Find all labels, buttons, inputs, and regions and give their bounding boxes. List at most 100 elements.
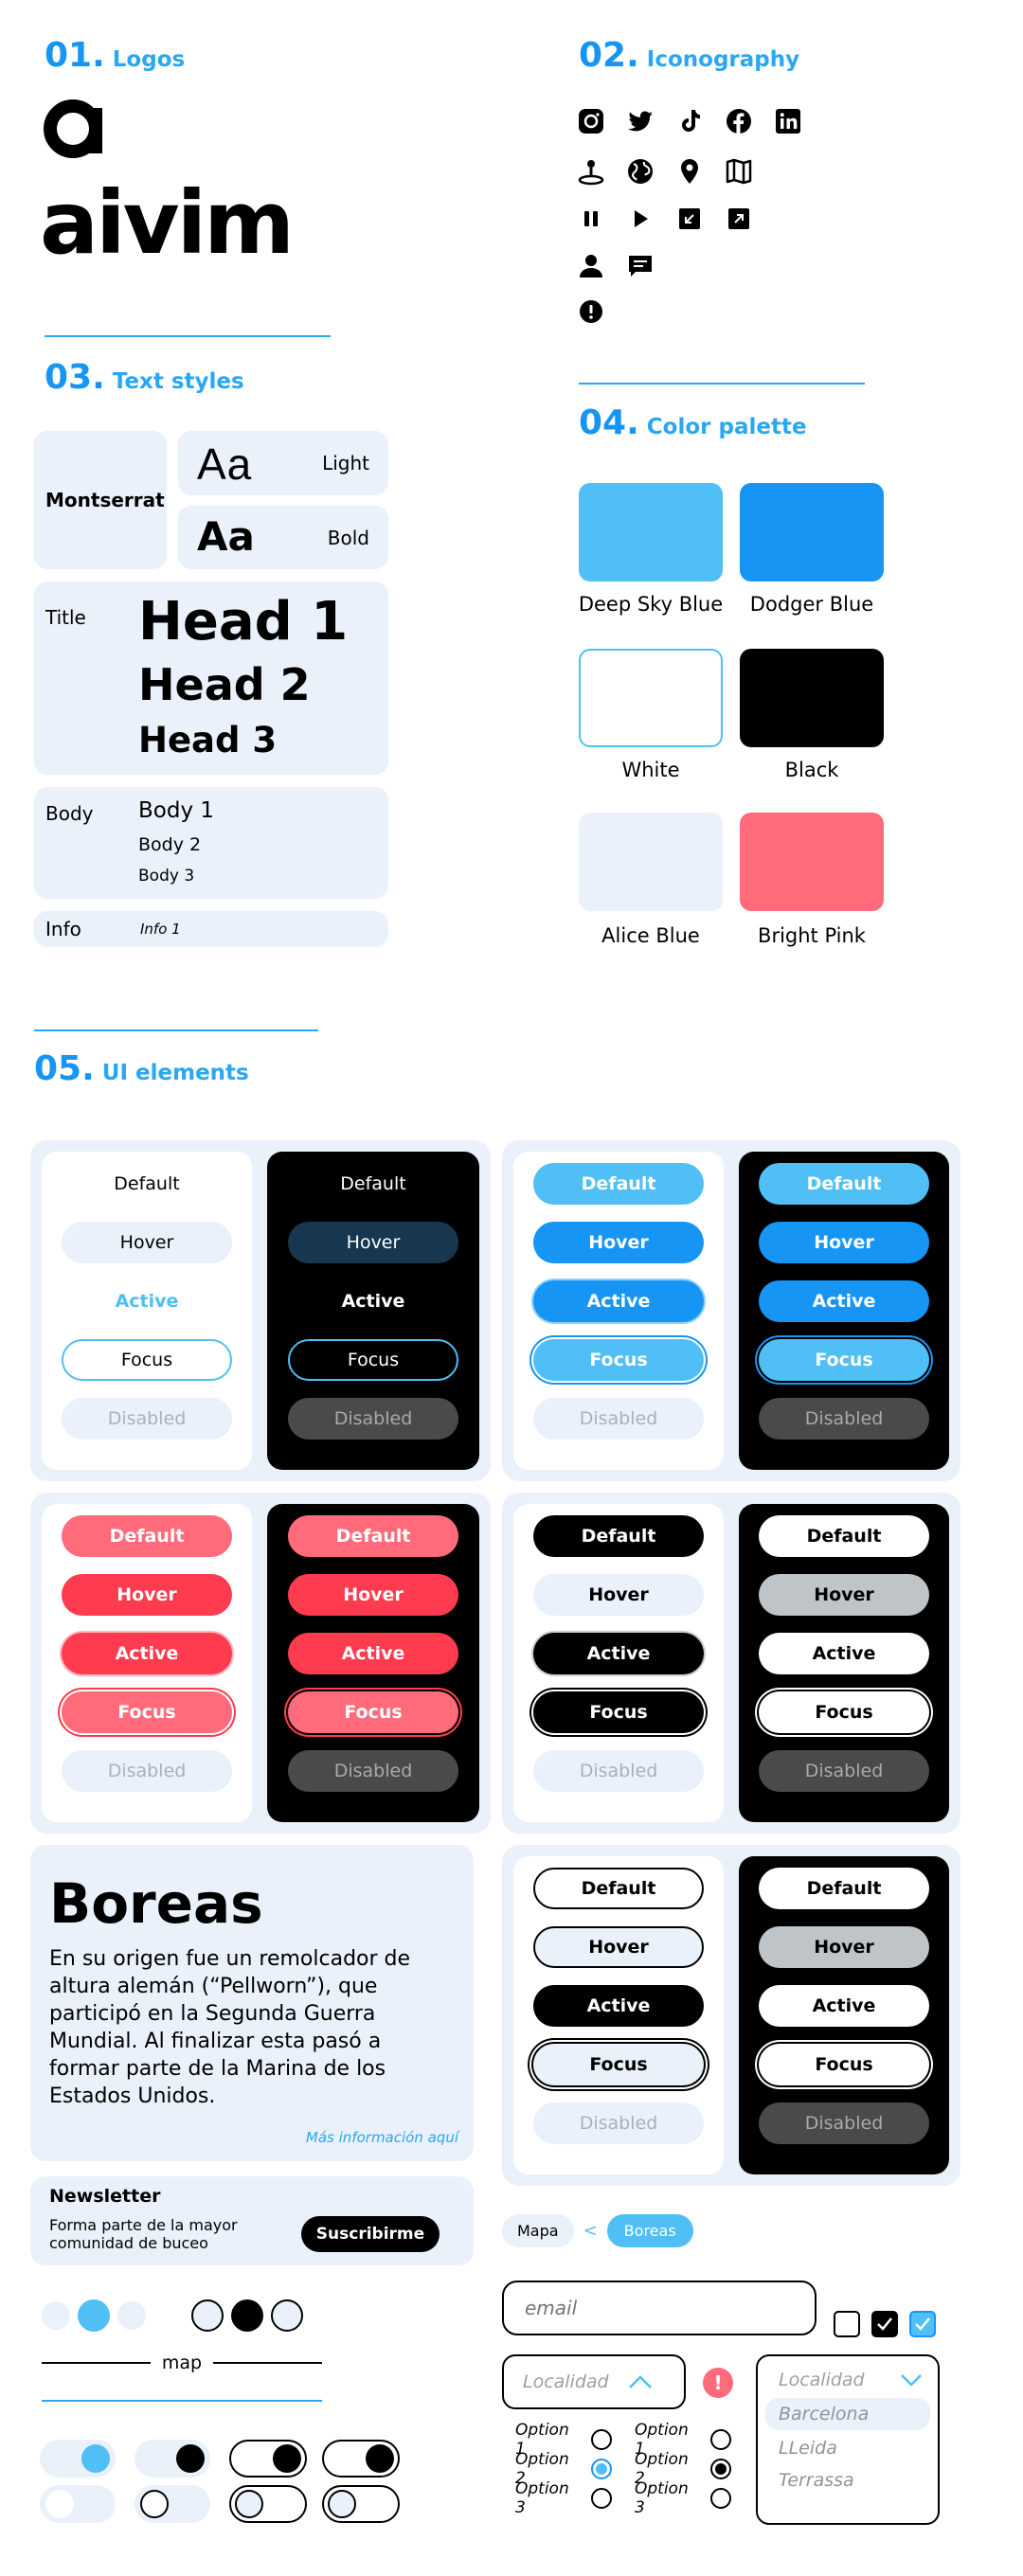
mono-button-focus[interactable]: Focus	[533, 1691, 704, 1733]
locality-select[interactable]: Localidad	[502, 2354, 686, 2409]
toggle-black-off[interactable]	[135, 2485, 210, 2523]
outline-button-active[interactable]: Active	[759, 1985, 929, 2027]
pink-button-hover[interactable]: Hover	[288, 1574, 458, 1616]
location-pin-icon[interactable]	[675, 157, 704, 186]
pink-button-default[interactable]: Default	[288, 1515, 458, 1557]
text-button-disabled[interactable]: Disabled	[62, 1398, 232, 1440]
mono-button-disabled[interactable]: Disabled	[533, 1750, 704, 1792]
checkbox-unchecked[interactable]	[834, 2311, 860, 2337]
pagination-dot[interactable]	[117, 2301, 146, 2330]
pink-button-disabled[interactable]: Disabled	[62, 1750, 232, 1792]
toggle-outline-off[interactable]	[229, 2485, 307, 2523]
checkbox-checked-blue[interactable]	[909, 2311, 936, 2337]
email-input[interactable]	[525, 2297, 799, 2319]
instagram-icon[interactable]	[577, 107, 605, 135]
text-button-focus[interactable]: Focus	[288, 1339, 458, 1381]
blue-button-disabled[interactable]: Disabled	[533, 1398, 704, 1440]
card-more-link[interactable]: Más información aquí	[306, 2129, 458, 2146]
blue-button-hover[interactable]: Hover	[533, 1222, 704, 1263]
play-icon[interactable]	[626, 205, 655, 233]
tiktok-icon[interactable]	[675, 107, 704, 135]
checkbox-checked-black[interactable]	[871, 2311, 898, 2337]
text-button-default[interactable]: Default	[288, 1163, 458, 1205]
dropdown-option-selected[interactable]: Barcelona	[765, 2398, 930, 2430]
dropdown-option[interactable]: Terrassa	[765, 2466, 930, 2495]
blue-button-disabled[interactable]: Disabled	[759, 1398, 929, 1440]
twitter-icon[interactable]	[626, 107, 655, 135]
pagination-dot[interactable]	[42, 2301, 70, 2330]
text-button-hover[interactable]: Hover	[62, 1222, 232, 1263]
mono-button-hover[interactable]: Hover	[759, 1574, 929, 1616]
pagination-dot[interactable]	[191, 2299, 224, 2332]
mono-button-active[interactable]: Active	[759, 1633, 929, 1674]
globe-icon[interactable]	[626, 157, 655, 186]
pause-icon[interactable]	[577, 205, 605, 233]
toggle-black-on[interactable]	[135, 2440, 210, 2478]
expand-icon[interactable]	[725, 205, 753, 233]
pagination-dot[interactable]	[271, 2299, 303, 2332]
pink-button-focus[interactable]: Focus	[288, 1691, 458, 1733]
radio-button[interactable]	[591, 2487, 612, 2509]
radio-option[interactable]: Option 3	[635, 2479, 731, 2517]
mono-button-default[interactable]: Default	[533, 1515, 704, 1557]
subscribe-button[interactable]: Suscribirme	[301, 2216, 440, 2252]
outline-button-hover[interactable]: Hover	[533, 1926, 704, 1968]
dropdown-header[interactable]: Localidad	[765, 2364, 930, 2394]
toggle-outline-off-2[interactable]	[322, 2485, 400, 2523]
text-button-hover[interactable]: Hover	[288, 1222, 458, 1263]
radio-option[interactable]: Option 3	[515, 2479, 612, 2517]
radio-button-selected[interactable]	[591, 2458, 612, 2479]
blue-button-focus[interactable]: Focus	[533, 1339, 704, 1381]
pink-button-disabled[interactable]: Disabled	[288, 1750, 458, 1792]
radio-button[interactable]	[710, 2487, 731, 2509]
linkedin-icon[interactable]	[774, 107, 802, 135]
mono-button-default[interactable]: Default	[759, 1515, 929, 1557]
blue-button-focus[interactable]: Focus	[759, 1339, 929, 1381]
mono-button-hover[interactable]: Hover	[533, 1574, 704, 1616]
toggle-outline-on-2[interactable]	[322, 2440, 400, 2478]
radio-button-selected[interactable]	[710, 2458, 731, 2479]
outline-button-focus[interactable]: Focus	[533, 2044, 704, 2085]
text-button-focus[interactable]: Focus	[62, 1339, 232, 1381]
mono-button-active[interactable]: Active	[533, 1633, 704, 1674]
toggle-outline-on[interactable]	[229, 2440, 307, 2478]
outline-button-default[interactable]: Default	[759, 1868, 929, 1909]
blue-button-active[interactable]: Active	[533, 1280, 704, 1322]
pink-button-hover[interactable]: Hover	[62, 1574, 232, 1616]
radio-button[interactable]	[710, 2428, 731, 2450]
toggle-blue-on[interactable]	[40, 2440, 116, 2478]
map-pin-person-icon[interactable]	[577, 157, 605, 186]
pink-button-active[interactable]: Active	[62, 1633, 232, 1674]
blue-button-default[interactable]: Default	[759, 1163, 929, 1205]
dropdown-option[interactable]: LLeida	[765, 2430, 930, 2466]
outline-button-default[interactable]: Default	[533, 1868, 704, 1909]
pink-button-active[interactable]: Active	[288, 1633, 458, 1674]
toggle-blue-off[interactable]	[40, 2485, 116, 2523]
pink-button-focus[interactable]: Focus	[62, 1691, 232, 1733]
blue-button-default[interactable]: Default	[533, 1163, 704, 1205]
user-icon[interactable]	[577, 252, 605, 280]
outline-button-hover[interactable]: Hover	[759, 1926, 929, 1968]
radio-button[interactable]	[591, 2428, 612, 2450]
mono-button-focus[interactable]: Focus	[759, 1691, 929, 1733]
breadcrumb-item-mapa[interactable]: Mapa	[502, 2214, 574, 2247]
outline-button-focus[interactable]: Focus	[759, 2044, 929, 2085]
pink-button-default[interactable]: Default	[62, 1515, 232, 1557]
pagination-dot-active[interactable]	[78, 2299, 110, 2332]
pagination-dot-active[interactable]	[231, 2299, 263, 2332]
text-button-default[interactable]: Default	[62, 1163, 232, 1205]
chat-icon[interactable]	[626, 252, 655, 280]
text-button-disabled[interactable]: Disabled	[288, 1398, 458, 1440]
outline-button-disabled[interactable]: Disabled	[759, 2102, 929, 2144]
text-button-active[interactable]: Active	[62, 1280, 232, 1322]
outline-button-active[interactable]: Active	[533, 1985, 704, 2027]
breadcrumb-item-boreas[interactable]: Boreas	[606, 2214, 693, 2247]
blue-button-hover[interactable]: Hover	[759, 1222, 929, 1263]
alert-icon[interactable]	[577, 297, 605, 326]
text-button-active[interactable]: Active	[288, 1280, 458, 1322]
facebook-icon[interactable]	[725, 107, 753, 135]
map-icon[interactable]	[725, 157, 753, 186]
mono-button-disabled[interactable]: Disabled	[759, 1750, 929, 1792]
blue-button-active[interactable]: Active	[759, 1280, 929, 1322]
outline-button-disabled[interactable]: Disabled	[533, 2102, 704, 2144]
